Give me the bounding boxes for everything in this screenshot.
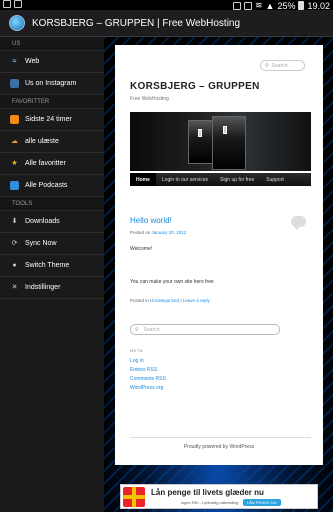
post-meta: Posted on January 20, 2012 bbox=[130, 230, 186, 235]
status-bar: ≋ ▲ 25% 19.02 bbox=[0, 0, 333, 11]
sidebar: US ≈ Web Us on Instagram FAVORITTER Sids… bbox=[0, 37, 104, 512]
sidebar-item-settings[interactable]: ✕ Indstillinger bbox=[0, 277, 104, 299]
ad-banner[interactable]: Lån penge til livets glæder nu ingen RKI… bbox=[120, 484, 318, 509]
vibrate-icon bbox=[232, 1, 241, 10]
section-heading-favoritter: FAVORITTER bbox=[0, 95, 104, 109]
ad-cta-button[interactable]: LÅN PENGE NU bbox=[243, 499, 281, 506]
meta-link-wordpress[interactable]: WordPress.org bbox=[130, 384, 166, 393]
signal-icon: ▲ bbox=[265, 0, 275, 11]
sync-icon: ⟳ bbox=[11, 240, 18, 247]
sidebar-search-input[interactable]: ⚲ Search bbox=[130, 324, 280, 335]
sidebar-item-switch-theme[interactable]: ● Switch Theme bbox=[0, 255, 104, 277]
meta-link-entries-rss[interactable]: Entries RSS bbox=[130, 366, 166, 375]
sidebar-item-downloads[interactable]: ⬇ Downloads bbox=[0, 211, 104, 233]
meta-heading: META bbox=[130, 348, 143, 353]
ad-headline: Lån penge til livets glæder nu bbox=[151, 488, 264, 497]
ad-subtext: ingen RKI - Lynhurtig udbetaling bbox=[181, 500, 238, 505]
theme-icon: ● bbox=[12, 262, 17, 269]
rss-icon bbox=[10, 115, 19, 124]
battery-icon bbox=[298, 1, 305, 10]
category-link[interactable]: Uncategorized bbox=[150, 298, 179, 303]
search-placeholder: Search bbox=[271, 62, 288, 69]
sidebar-item-label: Indstillinger bbox=[25, 284, 61, 291]
sidebar-item-web[interactable]: ≈ Web bbox=[0, 51, 104, 73]
footer-divider bbox=[130, 437, 311, 438]
meta-link-comments-rss[interactable]: Comments RSS bbox=[130, 375, 166, 384]
site-title[interactable]: KORSBJERG – GRUPPEN bbox=[130, 81, 260, 92]
post-title[interactable]: Hello world! bbox=[130, 216, 172, 225]
sidebar-item-unread[interactable]: ☁ alle ulæste bbox=[0, 131, 104, 153]
webview[interactable]: ⚲ Search KORSBJERG – GRUPPEN Free WebHos… bbox=[104, 37, 333, 512]
nav-support[interactable]: Support bbox=[260, 173, 290, 186]
notification-icon bbox=[3, 0, 11, 8]
sidebar-item-label: Switch Theme bbox=[25, 262, 70, 269]
notification-icon bbox=[14, 0, 22, 8]
mute-icon bbox=[243, 1, 252, 10]
separator: | bbox=[180, 298, 182, 303]
post-body-text: You can make your own site here free bbox=[130, 279, 214, 285]
sidebar-item-instagram[interactable]: Us on Instagram bbox=[0, 73, 104, 95]
star-icon: ★ bbox=[11, 160, 18, 167]
sidebar-item-label: Sidste 24 timer bbox=[25, 116, 72, 123]
section-heading-tools: TOOLS bbox=[0, 197, 104, 211]
site-page: ⚲ Search KORSBJERG – GRUPPEN Free WebHos… bbox=[115, 45, 323, 465]
header-search-input[interactable]: ⚲ Search bbox=[260, 60, 305, 71]
comment-bubble-icon[interactable] bbox=[291, 216, 306, 230]
nav-login[interactable]: Login to our services bbox=[156, 173, 214, 186]
sidebar-item-label: Downloads bbox=[25, 218, 60, 225]
download-icon: ⬇ bbox=[11, 218, 18, 225]
meta-links: Log in Entries RSS Comments RSS WordPres… bbox=[130, 357, 166, 393]
search-placeholder: Search bbox=[143, 326, 160, 333]
podcast-icon bbox=[10, 181, 19, 190]
post-date-link[interactable]: January 20, 2012 bbox=[152, 230, 187, 235]
unread-icon: ☁ bbox=[11, 138, 18, 145]
site-tagline: Free WebHosting bbox=[130, 96, 169, 102]
sidebar-item-label: Sync Now bbox=[25, 240, 57, 247]
section-heading-us: US bbox=[0, 37, 104, 51]
post-footer: Posted in Uncategorized | Leave a reply bbox=[130, 298, 210, 303]
sidebar-item-last-24h[interactable]: Sidste 24 timer bbox=[0, 109, 104, 131]
sidebar-item-favorites[interactable]: ★ Alle favoritter bbox=[0, 153, 104, 175]
nav-home[interactable]: Home bbox=[130, 173, 156, 186]
wifi-icon: ≈ bbox=[12, 58, 17, 65]
sidebar-item-label: alle ulæste bbox=[25, 138, 59, 145]
search-icon: ⚲ bbox=[265, 62, 269, 69]
leave-reply-link[interactable]: Leave a reply bbox=[183, 298, 210, 303]
sidebar-item-label: Alle Podcasts bbox=[25, 182, 68, 189]
battery-level: 25% bbox=[277, 0, 296, 11]
post-meta-prefix: Posted on bbox=[130, 230, 151, 235]
sidebar-item-podcasts[interactable]: Alle Podcasts bbox=[0, 175, 104, 197]
instagram-icon bbox=[10, 79, 19, 88]
page-title: KORSBJERG – GRUPPEN | Free WebHosting bbox=[32, 17, 241, 29]
meta-link-login[interactable]: Log in bbox=[130, 357, 166, 366]
sidebar-item-label: Us on Instagram bbox=[25, 80, 77, 87]
nav-signup[interactable]: Sign up for free bbox=[214, 173, 260, 186]
clock: 19.02 bbox=[307, 0, 330, 11]
sidebar-item-label: Alle favoritter bbox=[25, 160, 66, 167]
search-icon: ⚲ bbox=[135, 326, 139, 333]
sidebar-item-label: Web bbox=[25, 58, 40, 65]
hard-drive-image bbox=[212, 116, 246, 170]
gift-icon bbox=[123, 487, 145, 507]
post-body-text: Welcome! bbox=[130, 246, 153, 252]
sidebar-item-sync[interactable]: ⟳ Sync Now bbox=[0, 233, 104, 255]
site-nav: Home Login to our services Sign up for f… bbox=[130, 173, 311, 186]
app-title-bar: KORSBJERG – GRUPPEN | Free WebHosting bbox=[0, 10, 333, 37]
powered-by[interactable]: Proudly powered by WordPress bbox=[115, 444, 323, 450]
globe-icon[interactable] bbox=[9, 15, 25, 31]
settings-icon: ✕ bbox=[11, 284, 18, 291]
post-category-prefix: Posted in bbox=[130, 298, 149, 303]
header-image bbox=[130, 112, 311, 171]
